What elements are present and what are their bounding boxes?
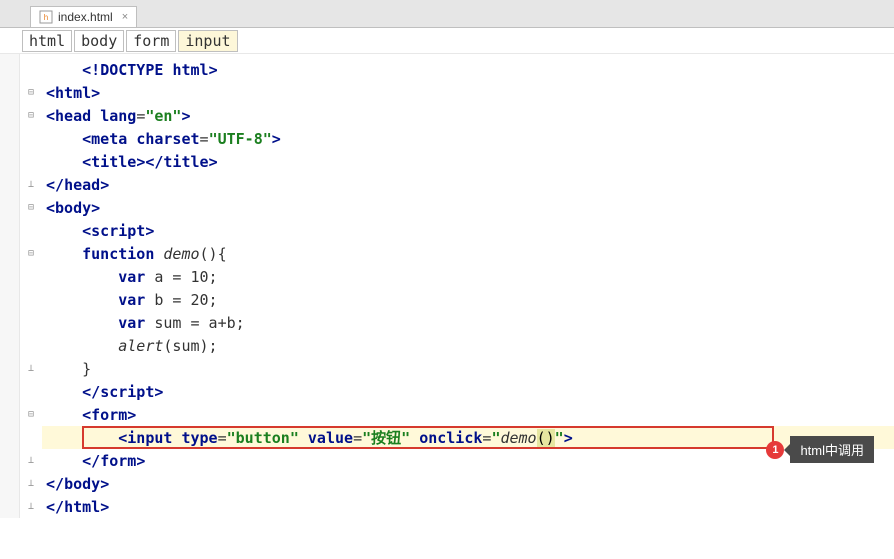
code-line: </html> — [42, 495, 894, 518]
tab-bar: h index.html × — [0, 0, 894, 28]
code-line: </script> — [42, 380, 894, 403]
fold-end-icon[interactable]: ⊥ — [26, 363, 37, 374]
crumb-html[interactable]: html — [22, 30, 72, 52]
fold-icon[interactable]: ⊟ — [26, 248, 37, 259]
tab-label: index.html — [58, 10, 113, 24]
code-line: </head> — [42, 173, 894, 196]
fold-end-icon[interactable]: ⊥ — [26, 455, 37, 466]
crumb-form[interactable]: form — [126, 30, 176, 52]
file-tab[interactable]: h index.html × — [30, 6, 137, 27]
code-line: <head lang="en"> — [42, 104, 894, 127]
code-line: <!DOCTYPE html> — [42, 58, 894, 81]
code-line: function demo(){ — [42, 242, 894, 265]
breadcrumb-bar: html body form input — [0, 28, 894, 54]
code-line: var b = 20; — [42, 288, 894, 311]
gutter: ⊟ ⊟ ⊥ ⊟ ⊟ ⊥ ⊟ ⊥ ⊥ ⊥ — [20, 54, 42, 518]
fold-icon[interactable]: ⊟ — [26, 87, 37, 98]
fold-icon[interactable]: ⊟ — [26, 409, 37, 420]
code-line: var sum = a+b; — [42, 311, 894, 334]
annotation-badge: 1 — [766, 441, 784, 459]
fold-end-icon[interactable]: ⊥ — [26, 478, 37, 489]
code-line: <meta charset="UTF-8"> — [42, 127, 894, 150]
code-line: <body> — [42, 196, 894, 219]
close-icon[interactable]: × — [122, 11, 128, 23]
fold-end-icon[interactable]: ⊥ — [26, 179, 37, 190]
code-line: var a = 10; — [42, 265, 894, 288]
code-line: </body> — [42, 472, 894, 495]
svg-text:h: h — [44, 13, 48, 22]
annotation-text: html中调用 — [790, 436, 874, 463]
side-rail — [0, 54, 20, 518]
crumb-body[interactable]: body — [74, 30, 124, 52]
breadcrumb: html body form input — [22, 30, 238, 52]
code-line: <form> — [42, 403, 894, 426]
html-file-icon: h — [39, 10, 53, 24]
fold-end-icon[interactable]: ⊥ — [26, 501, 37, 512]
fold-icon[interactable]: ⊟ — [26, 110, 37, 121]
code-line: } — [42, 357, 894, 380]
code-line: <script> — [42, 219, 894, 242]
fold-icon[interactable]: ⊟ — [26, 202, 37, 213]
code-line: alert(sum); — [42, 334, 894, 357]
code-line: <title></title> — [42, 150, 894, 173]
code-line: <html> — [42, 81, 894, 104]
crumb-input[interactable]: input — [178, 30, 237, 52]
editor: ⊟ ⊟ ⊥ ⊟ ⊟ ⊥ ⊟ ⊥ ⊥ ⊥ <!DOCTYPE html> <htm… — [0, 54, 894, 518]
annotation-tooltip: 1 html中调用 — [766, 436, 874, 463]
